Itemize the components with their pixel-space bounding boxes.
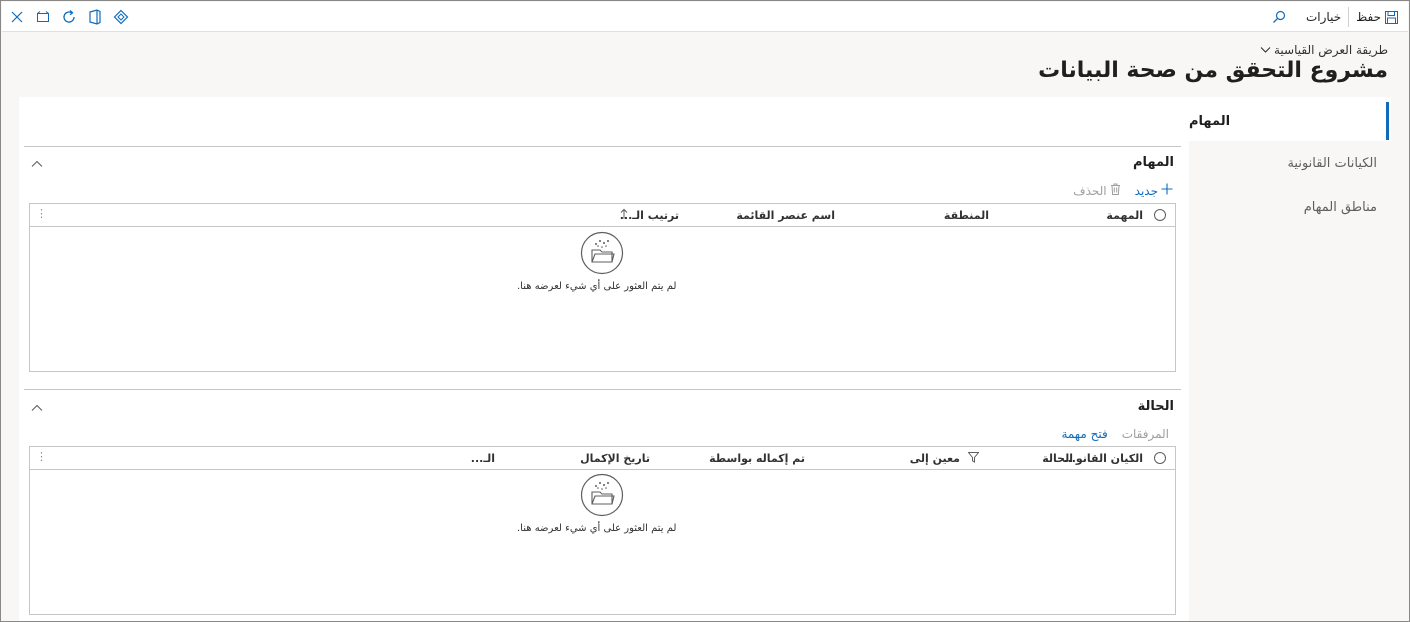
- section-divider: [24, 146, 1181, 147]
- column-header-completed-by[interactable]: تم إكماله بواسطة: [709, 452, 805, 465]
- power-apps-icon[interactable]: [112, 8, 130, 26]
- select-all-radio[interactable]: [1154, 452, 1166, 464]
- trash-icon: [1110, 183, 1121, 198]
- delete-label: الحذف: [1073, 183, 1107, 198]
- grid-header: المهمة المنطقة اسم عنصر القائمة ترتيب ال…: [30, 204, 1175, 227]
- sort-ascending-icon[interactable]: [620, 208, 628, 223]
- view-selector[interactable]: طريقة العرض القياسية: [1260, 43, 1388, 57]
- new-window-icon[interactable]: [34, 8, 52, 26]
- empty-message: لم يتم العثور على أي شيء لعرضه هنا.: [517, 281, 677, 292]
- column-header-sequence[interactable]: ترتيب الـ...: [620, 209, 679, 222]
- nav-item-label: المهام: [1189, 113, 1231, 129]
- status-toolbar: المرفقات فتح مهمة: [1061, 427, 1169, 441]
- window-actions: [8, 2, 130, 32]
- nav-item-label: مناطق المهام: [1303, 200, 1377, 215]
- tasks-section-title: المهام: [1132, 155, 1174, 170]
- office-icon[interactable]: [86, 8, 104, 26]
- nav-item-label: الكيانات القانونية: [1287, 156, 1377, 171]
- attachments-label: المرفقات: [1121, 427, 1169, 441]
- column-header-legal-entity[interactable]: الكيان القانو...: [1063, 452, 1143, 465]
- refresh-icon[interactable]: [60, 8, 78, 26]
- column-header-status[interactable]: الحالة: [1042, 452, 1073, 465]
- view-label: طريقة العرض القياسية: [1274, 43, 1388, 57]
- empty-folder-icon: [580, 231, 624, 275]
- nav-list: الكيانات القانونية مناطق المهام: [1189, 141, 1391, 621]
- nav-item-task-areas[interactable]: مناطق المهام: [1304, 200, 1377, 215]
- section-nav: المهام الكيانات القانونية مناطق المهام: [1189, 97, 1391, 621]
- collapse-icon[interactable]: [31, 157, 45, 171]
- primary-actions: حفظ خيارات: [1268, 2, 1402, 32]
- column-header-area[interactable]: المنطقة: [944, 209, 989, 222]
- column-header-truncated[interactable]: الـ...: [471, 452, 495, 465]
- status-section-title: الحالة: [1137, 399, 1174, 414]
- tasks-grid: المهمة المنطقة اسم عنصر القائمة ترتيب ال…: [29, 203, 1176, 372]
- search-icon: [1272, 10, 1286, 24]
- main-content: المهام الكيانات القانونية مناطق المهام ا…: [19, 97, 1391, 621]
- attachments-button[interactable]: المرفقات: [1122, 427, 1169, 441]
- empty-folder-icon: [580, 473, 624, 517]
- nav-item-legal-entities[interactable]: الكيانات القانونية: [1287, 156, 1377, 171]
- separator: [1348, 7, 1350, 27]
- command-bar: حفظ خيارات: [2, 2, 1408, 32]
- collapse-icon[interactable]: [31, 401, 45, 415]
- page-title: مشروع التحقق من صحة البيانات: [1038, 58, 1388, 83]
- more-options-icon[interactable]: ⋮: [36, 207, 47, 221]
- section-divider: [24, 389, 1181, 390]
- new-button[interactable]: جديد: [1135, 183, 1173, 198]
- plus-icon: [1161, 183, 1173, 198]
- tasks-toolbar: جديد الحذف: [1073, 183, 1173, 198]
- status-grid: الكيان القانو... الحالة معين إلى تم إكما…: [29, 446, 1176, 615]
- app-window: حفظ خيارات طريقة العرض القياسية مشروع ال…: [0, 0, 1410, 622]
- close-icon[interactable]: [8, 8, 26, 26]
- save-button[interactable]: حفظ: [1352, 2, 1402, 32]
- chevron-down-icon: [1260, 43, 1271, 57]
- options-label: خيارات: [1305, 10, 1342, 24]
- column-header-assigned-to[interactable]: معين إلى: [910, 452, 960, 465]
- filter-icon[interactable]: [967, 452, 980, 466]
- column-header-menu-item[interactable]: اسم عنصر القائمة: [736, 209, 835, 222]
- open-task-button[interactable]: فتح مهمة: [1061, 427, 1107, 441]
- empty-message: لم يتم العثور على أي شيء لعرضه هنا.: [517, 523, 677, 534]
- column-header-completed-date[interactable]: تاريخ الإكمال: [580, 452, 650, 465]
- grid-header: الكيان القانو... الحالة معين إلى تم إكما…: [30, 447, 1175, 470]
- save-icon: [1385, 10, 1398, 24]
- select-all-radio[interactable]: [1154, 209, 1166, 221]
- options-button[interactable]: خيارات: [1302, 2, 1345, 32]
- search-button[interactable]: [1268, 2, 1290, 32]
- new-label: جديد: [1134, 183, 1158, 198]
- delete-button[interactable]: الحذف: [1073, 183, 1120, 198]
- open-task-label: فتح مهمة: [1061, 427, 1108, 441]
- save-label: حفظ: [1356, 10, 1381, 24]
- more-options-icon[interactable]: ⋮: [36, 450, 47, 464]
- column-header-task[interactable]: المهمة: [1106, 209, 1143, 222]
- nav-item-tasks[interactable]: المهام: [1189, 102, 1391, 140]
